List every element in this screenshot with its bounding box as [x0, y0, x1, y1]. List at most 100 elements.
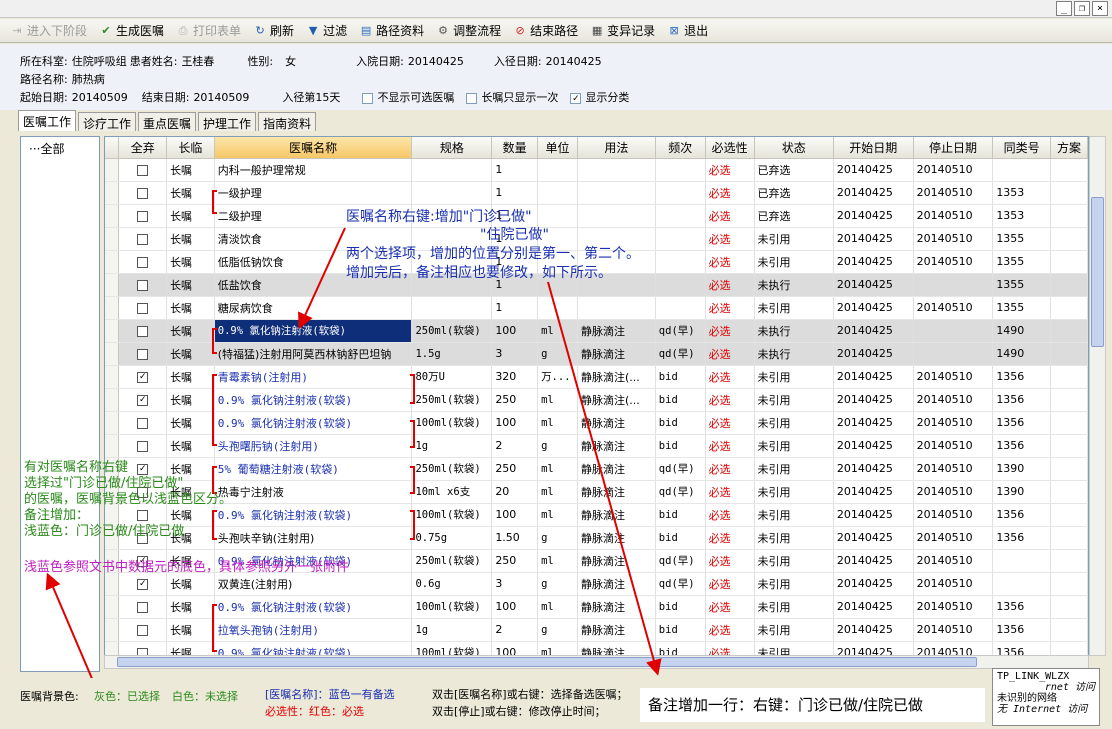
toolbar-button-2[interactable]: ⎙ 打印表单: [170, 20, 247, 42]
cell-stop[interactable]: 20140510: [913, 549, 994, 573]
option-hide-optional[interactable]: 不显示可选医嘱: [362, 89, 454, 105]
table-row[interactable]: 长嘱 0.9% 氯化钠注射液(软袋) 100ml(软袋) 100 ml 静脉滴注 bid 必选…: [105, 411, 1088, 435]
table-row[interactable]: 长嘱 一级护理 1 必选 已弃选 20140425 20140510 1353: [105, 181, 1088, 205]
cell-stop[interactable]: 20140510: [913, 296, 994, 320]
cell-stop[interactable]: 20140510: [913, 181, 994, 205]
discard-cell[interactable]: [118, 204, 168, 228]
checkbox-show-category[interactable]: ✓: [570, 92, 582, 104]
column-header-2[interactable]: 长临: [166, 137, 215, 159]
column-header-8[interactable]: 频次: [655, 137, 706, 159]
discard-cell[interactable]: [118, 342, 168, 366]
cell-name[interactable]: 双黄连(注射用): [214, 572, 413, 596]
table-row[interactable]: 长嘱 热毒宁注射液 10ml x6支 20 ml 静脉滴注 qd(早) 必选 未引用 201404…: [105, 480, 1088, 504]
row-checkbox[interactable]: [137, 325, 149, 337]
table-row[interactable]: 长嘱 糖尿病饮食 1 必选 未引用 20140425 20140510 1355: [105, 296, 1088, 320]
cell-name[interactable]: 头孢曙肟钠(注射用): [214, 434, 413, 458]
cell-name[interactable]: 热毒宁注射液: [214, 480, 413, 504]
row-indicator[interactable]: [105, 411, 120, 435]
cell-name[interactable]: 0.9% 氯化钠注射液(软袋): [214, 319, 413, 343]
column-header-0[interactable]: [105, 137, 120, 159]
cell-stop[interactable]: 20140510: [913, 158, 994, 182]
vertical-scrollbar[interactable]: [1089, 136, 1106, 656]
discard-cell[interactable]: [118, 434, 168, 458]
table-row[interactable]: 长嘱 0.9% 氯化钠注射液(软袋) 250ml(软袋) 100 ml 静脉滴注 qd(早)…: [105, 319, 1088, 343]
cell-stop[interactable]: 20140510: [913, 434, 994, 458]
row-indicator[interactable]: [105, 388, 120, 412]
row-checkbox[interactable]: [137, 624, 149, 636]
discard-cell[interactable]: [118, 250, 168, 274]
table-row[interactable]: 长嘱 0.9% 氯化钠注射液(软袋) 100ml(软袋) 100 ml 静脉滴注 bid 必选…: [105, 503, 1088, 527]
row-indicator[interactable]: [105, 618, 120, 642]
row-checkbox[interactable]: [137, 348, 149, 360]
table-row[interactable]: 长嘱 内科一般护理常规 1 必选 已弃选 20140425 20140510: [105, 158, 1088, 182]
close-button[interactable]: ×: [1092, 1, 1108, 16]
row-checkbox[interactable]: [137, 233, 149, 245]
row-indicator[interactable]: [105, 572, 120, 596]
column-header-4[interactable]: 规格: [411, 137, 493, 159]
table-row[interactable]: 长嘱 (特福猛)注射用阿莫西林钠舒巴坦钠 1.5g 3 g 静脉滴注 qd(早) 必选 未执行 2…: [105, 342, 1088, 366]
toolbar-button-9[interactable]: ⊠ 退出: [661, 20, 714, 42]
discard-cell[interactable]: [118, 595, 168, 619]
row-checkbox[interactable]: ✓: [137, 394, 149, 406]
cell-name[interactable]: 0.9% 氯化钠注射液(软袋): [214, 595, 413, 619]
cell-name[interactable]: 一级护理: [214, 181, 413, 205]
row-checkbox[interactable]: [137, 302, 149, 314]
cell-stop[interactable]: 20140510: [913, 227, 994, 251]
row-indicator[interactable]: [105, 296, 120, 320]
row-checkbox[interactable]: [137, 601, 149, 613]
discard-cell[interactable]: [118, 411, 168, 435]
cell-name[interactable]: (特福猛)注射用阿莫西林钠舒巴坦钠: [214, 342, 413, 366]
table-row[interactable]: 长嘱 0.9% 氯化钠注射液(软袋) 100ml(软袋) 100 ml 静脉滴注 bid 必选…: [105, 641, 1088, 655]
row-indicator[interactable]: [105, 181, 120, 205]
toolbar-button-1[interactable]: ✔ 生成医嘱: [93, 20, 170, 42]
toolbar-button-3[interactable]: ↻ 刷新: [247, 20, 300, 42]
column-header-3[interactable]: 医嘱名称: [214, 137, 413, 159]
toolbar-button-5[interactable]: ▤ 路径资料: [353, 20, 430, 42]
column-header-11[interactable]: 开始日期: [833, 137, 914, 159]
row-checkbox[interactable]: ✓: [137, 578, 149, 590]
row-indicator[interactable]: [105, 204, 120, 228]
row-checkbox[interactable]: [137, 210, 149, 222]
toolbar-button-0[interactable]: ⇥ 进入下阶段: [4, 20, 93, 42]
cell-name[interactable]: 0.9% 氯化钠注射液(软袋): [214, 641, 413, 655]
column-header-7[interactable]: 用法: [577, 137, 656, 159]
table-row[interactable]: 长嘱 0.9% 氯化钠注射液(软袋) 100ml(软袋) 100 ml 静脉滴注 bid 必选…: [105, 595, 1088, 619]
row-indicator[interactable]: [105, 641, 120, 655]
cell-name[interactable]: 0.9% 氯化钠注射液(软袋): [214, 411, 413, 435]
column-header-12[interactable]: 停止日期: [913, 137, 994, 159]
cell-stop[interactable]: 20140510: [913, 457, 994, 481]
table-row[interactable]: 长嘱 二级护理 1 必选 已弃选 20140425 20140510 1353: [105, 204, 1088, 228]
cell-name[interactable]: 内科一般护理常规: [214, 158, 413, 182]
row-indicator[interactable]: [105, 273, 120, 297]
toolbar-button-8[interactable]: ▦ 变异记录: [584, 20, 661, 42]
minimize-button[interactable]: _: [1056, 1, 1072, 16]
discard-cell[interactable]: ✓: [118, 365, 168, 389]
table-row[interactable]: ✓ 长嘱 0.9% 氯化钠注射液(软袋) 250ml(软袋) 250 ml 静脉滴注(...…: [105, 388, 1088, 412]
option-show-category[interactable]: ✓ 显示分类: [570, 89, 629, 105]
row-checkbox[interactable]: [137, 440, 149, 452]
vertical-scroll-thumb[interactable]: [1091, 197, 1104, 347]
cell-stop[interactable]: 20140510: [913, 480, 994, 504]
cell-name[interactable]: 青霉素钠(注射用): [214, 365, 413, 389]
cell-name[interactable]: 5% 葡萄糖注射液(软袋): [214, 457, 413, 481]
row-checkbox[interactable]: [137, 279, 149, 291]
table-row[interactable]: 长嘱 头孢曙肟钠(注射用) 1g 2 g 静脉滴注 bid 必选 未引用 20140425 2014…: [105, 434, 1088, 458]
toolbar-button-6[interactable]: ⚙ 调整流程: [430, 20, 507, 42]
table-row[interactable]: 长嘱 拉氧头孢钠(注射用) 1g 2 g 静脉滴注 bid 必选 未引用 20140425 2014…: [105, 618, 1088, 642]
cell-stop[interactable]: [913, 273, 994, 297]
table-row[interactable]: ✓ 长嘱 5% 葡萄糖注射液(软袋) 250ml(软袋) 250 ml 静脉滴注 qd(早) 必…: [105, 457, 1088, 481]
row-indicator[interactable]: [105, 158, 120, 182]
column-header-13[interactable]: 同类号: [992, 137, 1052, 159]
horizontal-scrollbar[interactable]: [104, 655, 1089, 669]
row-indicator[interactable]: [105, 342, 120, 366]
discard-cell[interactable]: [118, 618, 168, 642]
cell-stop[interactable]: 20140510: [913, 641, 994, 655]
discard-cell[interactable]: [118, 158, 168, 182]
column-header-14[interactable]: 方案: [1050, 137, 1088, 159]
tab-1[interactable]: 诊疗工作: [78, 112, 137, 131]
checkbox-hide-optional[interactable]: [362, 92, 374, 104]
table-row[interactable]: 长嘱 头孢呋辛钠(注射用) 0.75g 1.50 g 静脉滴注 bid 必选 未引用 201404…: [105, 526, 1088, 550]
toolbar-button-4[interactable]: ▼ 过滤: [300, 20, 353, 42]
row-indicator[interactable]: [105, 365, 120, 389]
discard-cell[interactable]: [118, 296, 168, 320]
